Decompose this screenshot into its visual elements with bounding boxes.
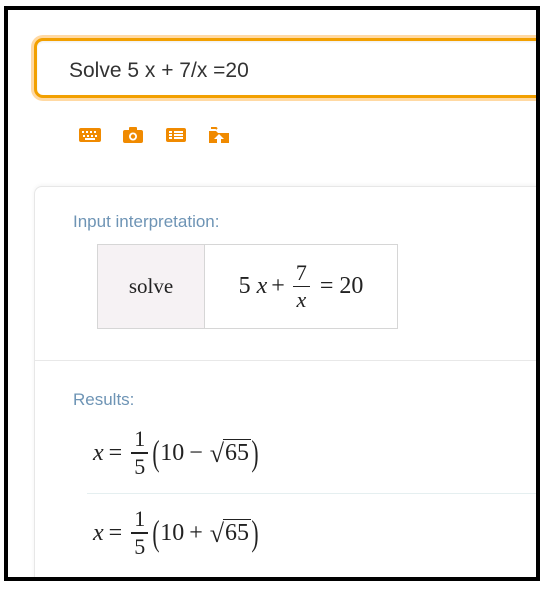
upload-icon[interactable] — [207, 125, 231, 145]
keyboard-icon[interactable] — [78, 125, 102, 145]
expr-plus: + — [271, 273, 285, 299]
interpretation-expression: 5 x + 7 x = 20 — [205, 245, 397, 328]
result-item: x = 1 5 ( 10 + √ 65 ) — [93, 505, 259, 561]
input-interpretation-table: solve 5 x + 7 x = 20 — [97, 244, 398, 329]
result-term: 10 — [160, 519, 185, 546]
camera-icon[interactable] — [121, 125, 145, 145]
screenshot-frame: Input interpretation: solve 5 x + 7 x = … — [4, 6, 540, 581]
expr-frac-numerator: 7 — [295, 259, 307, 285]
expr-variable: x — [256, 273, 268, 299]
input-toolbar — [78, 124, 231, 146]
expr-frac-denominator: x — [296, 287, 307, 313]
result-fraction: 1 5 — [131, 426, 149, 479]
expr-coefficient: 5 — [238, 273, 251, 299]
result-equals: = — [108, 519, 123, 546]
section-divider — [35, 360, 536, 361]
square-root: √ 65 — [209, 438, 252, 468]
open-paren: ( — [152, 433, 160, 473]
result-operator: + — [189, 519, 203, 546]
results-label: Results: — [73, 390, 135, 409]
close-paren: ) — [251, 433, 259, 473]
expr-fraction: 7 x — [292, 259, 310, 313]
open-paren: ( — [152, 513, 160, 553]
result-variable: x — [93, 439, 104, 466]
result-equals: = — [108, 439, 123, 466]
search-header — [8, 10, 536, 186]
result-frac-denominator: 5 — [134, 533, 146, 559]
square-root: √ 65 — [209, 518, 252, 548]
results-panel: Input interpretation: solve 5 x + 7 x = … — [34, 186, 536, 577]
search-input[interactable] — [69, 57, 529, 85]
result-variable: x — [93, 519, 104, 546]
radical-sign: √ — [209, 518, 225, 548]
result-frac-denominator: 5 — [134, 453, 146, 479]
result-item: x = 1 5 ( 10 − √ 65 ) — [93, 425, 259, 481]
interpretation-command: solve — [98, 245, 205, 328]
result-frac-numerator: 1 — [134, 506, 146, 532]
examples-icon[interactable] — [164, 125, 188, 145]
expr-equals: = — [319, 273, 334, 299]
result-radicand: 65 — [223, 439, 252, 467]
search-box[interactable] — [34, 38, 536, 98]
result-term: 10 — [160, 439, 185, 466]
radical-sign: √ — [209, 438, 225, 468]
input-interpretation-label: Input interpretation: — [73, 212, 220, 231]
expr-rhs: 20 — [339, 273, 364, 299]
result-fraction: 1 5 — [131, 506, 149, 559]
close-paren: ) — [251, 513, 259, 553]
result-operator: − — [189, 439, 203, 466]
result-divider — [87, 493, 536, 494]
result-frac-numerator: 1 — [134, 426, 146, 452]
result-radicand: 65 — [223, 519, 252, 547]
